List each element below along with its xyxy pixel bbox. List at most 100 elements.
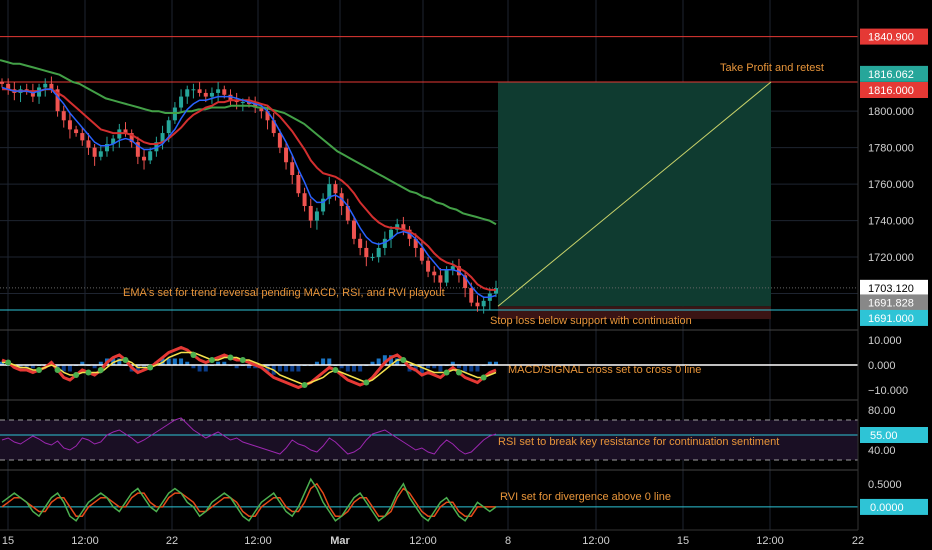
macd-histogram-bar	[327, 358, 332, 365]
macd-tick-label: −10.000	[868, 385, 908, 397]
candle-body	[284, 147, 289, 163]
macd-cross-dot	[455, 369, 462, 376]
candle-body	[86, 140, 91, 148]
candle-body	[92, 147, 97, 157]
candle-body	[80, 133, 85, 141]
time-axis[interactable]: 15 12:00 22 12:00 Mar 12:00 8 12:00 15 12:00 22	[0, 529, 932, 550]
candle-body	[296, 175, 301, 194]
macd-histogram-bar	[321, 358, 326, 365]
price-tag-label: 1840.900	[868, 32, 914, 44]
macd-histogram-bar	[277, 365, 282, 372]
time-axis-background	[0, 530, 932, 550]
macd-cross-dot	[227, 354, 234, 361]
candle-body	[222, 89, 227, 95]
candle-body	[432, 271, 437, 276]
macd-cross-dot	[36, 367, 43, 373]
macd-cross-dot	[480, 374, 487, 381]
candle-body	[376, 247, 381, 258]
price-tag-label: 1816.000	[868, 85, 914, 97]
candle-body	[98, 151, 103, 157]
trading-chart[interactable]: Take Profit and retest EMA's set for tre…	[0, 0, 932, 550]
rvi-annotation: RVI set for divergence above 0 line	[500, 491, 671, 503]
candle-body	[370, 257, 375, 259]
macd-histogram-bar	[345, 365, 350, 372]
time-tick-label: 12:00	[244, 535, 272, 547]
time-tick-label: 22	[166, 535, 178, 547]
price-tick-label: 1780.000	[868, 143, 914, 155]
candle-body	[290, 162, 295, 175]
candle-body	[475, 302, 480, 307]
macd-cross-dot	[363, 379, 370, 386]
time-tick-label: 12:00	[582, 535, 610, 547]
candle-body	[203, 92, 208, 97]
stop-loss-annotation: Stop loss below support with continuatio…	[490, 315, 692, 327]
macd-histogram-bar	[296, 365, 301, 372]
time-tick-label: 12:00	[756, 535, 784, 547]
macd-tick-label: 10.000	[868, 335, 902, 347]
price-tag-label: 1703.120	[868, 283, 914, 295]
macd-annotation: MACD/SIGNAL cross set to cross 0 line	[508, 364, 701, 376]
candle-body	[179, 96, 184, 108]
price-tick-label: 1800.000	[868, 106, 914, 118]
candle-body	[67, 120, 72, 130]
candle-body	[444, 269, 449, 283]
candle-body	[148, 151, 153, 161]
time-tick-label: Mar	[330, 535, 350, 547]
rvi-tick-label: 0.5000	[868, 479, 902, 491]
rsi-tick-label: 40.00	[868, 445, 896, 457]
candle-body	[277, 133, 282, 148]
candle-body	[74, 129, 79, 134]
candle-body	[0, 82, 4, 84]
candle-body	[166, 120, 171, 134]
take-profit-annotation: Take Profit and retest	[720, 62, 824, 74]
macd-histogram-bar	[438, 365, 443, 372]
candle-body	[351, 220, 356, 239]
rsi-annotation: RSI set to break key resistance for cont…	[498, 436, 779, 448]
price-tag-label: 1691.000	[868, 313, 914, 325]
macd-tick-label: 0.000	[868, 360, 896, 372]
candle-body	[358, 238, 363, 248]
macd-cross-dot	[239, 357, 246, 363]
candle-body	[185, 89, 190, 97]
price-tick-label: 1720.000	[868, 252, 914, 264]
candle-body	[302, 193, 307, 206]
time-tick-label: 15	[677, 535, 689, 547]
candle-body	[43, 83, 48, 88]
candle-body	[481, 300, 486, 307]
candle-body	[240, 102, 245, 104]
candle-body	[314, 211, 319, 221]
price-tick-label: 1740.000	[868, 216, 914, 228]
price-tick-label: 1760.000	[868, 179, 914, 191]
macd-histogram-bar	[469, 365, 474, 372]
ema-annotation: EMA's set for trend reversal pending MAC…	[123, 287, 445, 299]
candle-body	[142, 156, 147, 161]
macd-cross-dot	[190, 352, 197, 358]
candle-body	[469, 288, 474, 303]
macd-cross-dot	[54, 367, 61, 373]
macd-cross-dot	[97, 367, 104, 373]
candle-body	[216, 89, 221, 93]
time-tick-label: 8	[505, 535, 511, 547]
candle-body	[191, 89, 196, 91]
macd-histogram-bar	[67, 365, 72, 372]
candle-body	[426, 260, 431, 272]
macd-histogram-bar	[179, 358, 184, 365]
macd-cross-dot	[85, 369, 92, 376]
candle-body	[419, 247, 424, 261]
macd-histogram-bar	[463, 365, 468, 372]
rsi-tick-label: 80.00	[868, 405, 896, 417]
macd-cross-dot	[301, 382, 308, 388]
macd-cross-dot	[5, 359, 12, 366]
macd-histogram-bar	[376, 358, 381, 365]
macd-cross-dot	[332, 367, 339, 373]
price-tag-label: 1816.062	[868, 69, 914, 81]
macd-histogram-bar	[290, 365, 295, 372]
time-tick-label: 12:00	[409, 535, 437, 547]
rsi-panel[interactable]: RSI set to break key resistance for cont…	[0, 417, 858, 461]
macd-histogram-bar	[197, 365, 202, 372]
macd-cross-dot	[443, 369, 450, 376]
price-axis[interactable]: 1800.000 1780.000 1760.000 1740.000 1720.000…	[857, 0, 932, 550]
candle-body	[364, 247, 369, 258]
time-tick-label: 15	[2, 535, 14, 547]
candle-body	[209, 92, 214, 97]
